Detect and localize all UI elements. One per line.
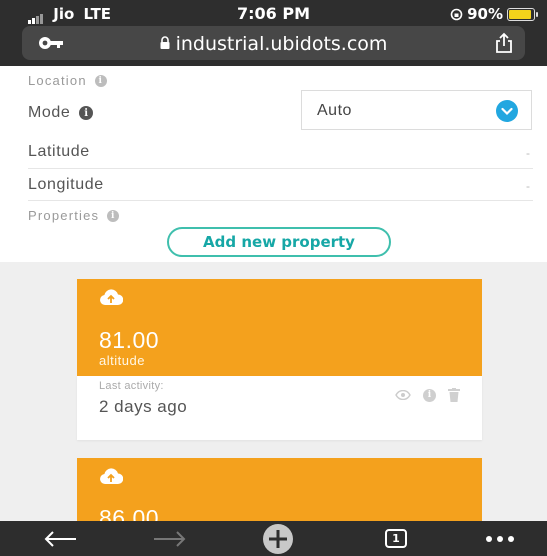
chevron-down-icon[interactable] (496, 100, 518, 122)
divider (28, 200, 533, 201)
device-settings-panel: Location i Mode i Auto Latitude - Longit… (0, 66, 547, 262)
last-activity-label: Last activity: (99, 380, 164, 392)
browser-chrome: Jio LTE 7:06 PM 90% industrial.ubidots.c… (0, 0, 547, 66)
plus-icon (263, 523, 293, 554)
back-arrow-icon (44, 530, 76, 547)
mode-selected-value: Auto (317, 102, 352, 119)
variable-value: 81.00 (99, 327, 160, 353)
latitude-label: Latitude (28, 143, 90, 160)
new-tab-button[interactable] (256, 521, 300, 556)
info-icon[interactable]: i (423, 388, 436, 402)
longitude-value[interactable]: - (526, 179, 530, 193)
eye-icon[interactable] (395, 390, 411, 400)
mode-label-text: Mode (28, 104, 71, 121)
last-activity-value: 2 days ago (99, 397, 188, 416)
rotation-lock-icon (450, 8, 463, 20)
more-dots-icon (486, 535, 514, 542)
url-text[interactable]: industrial.ubidots.com (22, 33, 525, 55)
tabs-button[interactable]: 1 (374, 521, 418, 556)
variable-card-header[interactable]: 81.00 altitude (77, 279, 482, 376)
cloud-upload-icon (100, 468, 123, 484)
mode-info-icon[interactable]: i (79, 106, 94, 120)
variable-card[interactable]: 86.00 (77, 458, 482, 531)
url-label: industrial.ubidots.com (175, 33, 388, 55)
variable-card-footer: Last activity: 2 days ago i (77, 376, 482, 440)
info-icon[interactable]: i (94, 74, 107, 87)
address-bar[interactable]: industrial.ubidots.com (22, 26, 525, 60)
forward-arrow-icon (154, 530, 186, 547)
battery-percent: 90% (467, 5, 503, 23)
location-section-label: Location i (28, 73, 107, 88)
mode-row-label: Mode i (28, 104, 94, 122)
info-icon[interactable]: i (107, 209, 120, 222)
trash-icon[interactable] (448, 388, 460, 402)
properties-section-label: Properties i (28, 208, 120, 223)
battery-status: 90% (450, 5, 538, 23)
longitude-label: Longitude (28, 176, 104, 193)
browser-toolbar: 1 (0, 521, 547, 556)
card-actions: i (395, 388, 460, 402)
more-button[interactable] (478, 521, 522, 556)
forward-button[interactable] (148, 521, 192, 556)
cloud-upload-icon (100, 289, 123, 305)
properties-label-text: Properties (28, 208, 100, 223)
variable-card-header[interactable]: 86.00 (77, 458, 482, 531)
status-bar: Jio LTE 7:06 PM 90% (0, 0, 547, 28)
mode-select[interactable]: Auto (301, 90, 532, 130)
share-icon[interactable] (495, 32, 513, 54)
battery-icon (507, 7, 538, 21)
variable-name: altitude (99, 353, 145, 368)
latitude-value[interactable]: - (526, 146, 530, 160)
tabs-count-icon: 1 (385, 529, 407, 548)
back-button[interactable] (38, 521, 82, 556)
location-label-text: Location (28, 73, 87, 88)
variable-card[interactable]: 81.00 altitude Last activity: 2 days ago… (77, 279, 482, 440)
add-new-property-button[interactable]: Add new property (167, 227, 391, 257)
divider (28, 168, 533, 169)
lock-icon (160, 36, 170, 49)
